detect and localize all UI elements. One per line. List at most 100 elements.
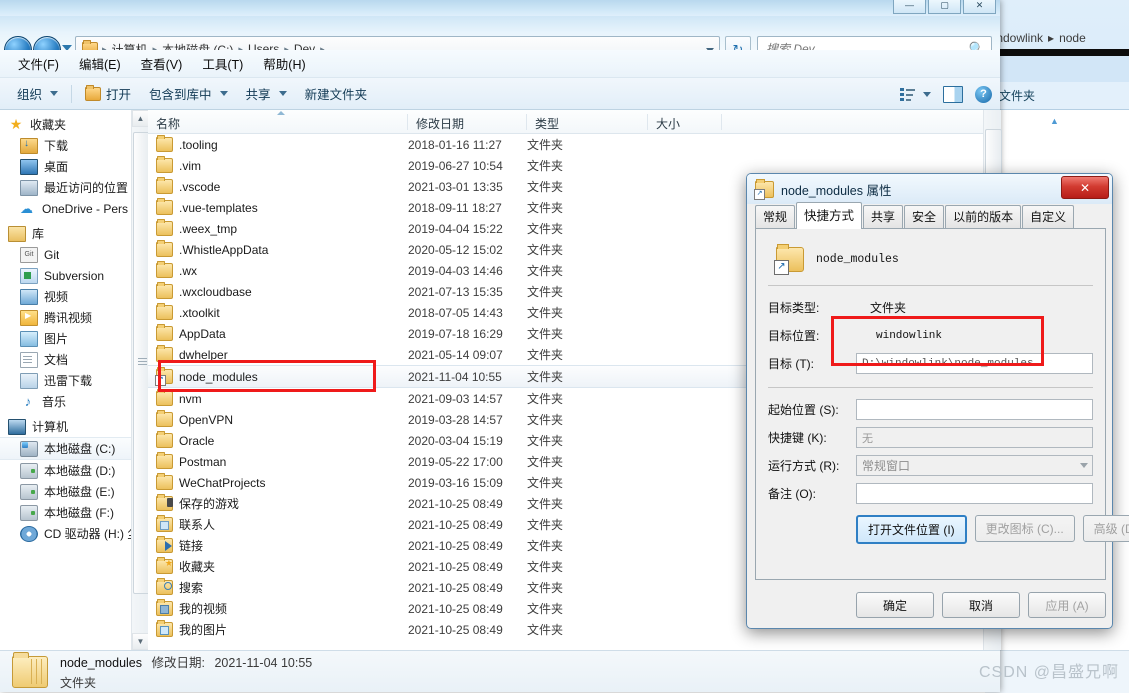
sidebar-item-Subversion[interactable]: Subversion: [0, 265, 131, 286]
sidebar-item-音乐[interactable]: ♪ 音乐: [0, 391, 131, 412]
hdd-system-icon: [20, 440, 38, 457]
include-in-library-button[interactable]: 包含到库中: [140, 81, 237, 106]
organize-button[interactable]: 组织: [8, 81, 67, 106]
tab-previous-versions[interactable]: 以前的版本: [945, 205, 1022, 228]
comment-input[interactable]: [856, 483, 1093, 504]
sidebar-item-本地磁盘 (F:)[interactable]: 本地磁盘 (F:): [0, 502, 131, 523]
file-name-label: 我的图片: [179, 623, 228, 637]
column-header-name[interactable]: 名称: [148, 110, 408, 134]
change-view-button[interactable]: [900, 87, 931, 101]
dialog-action-buttons[interactable]: 打开文件位置 (I) 更改图标 (C)... 高级 (D)...: [768, 515, 1129, 544]
sidebar-item-视频[interactable]: 视频: [0, 286, 131, 307]
table-row[interactable]: .tooling 2018-01-16 11:27 文件夹: [148, 134, 1000, 155]
background-window-breadcrumb[interactable]: windowlink ▸ node: [985, 27, 1129, 49]
sidebar-item-下载[interactable]: 下载: [0, 135, 131, 156]
sidebar-item-OneDrive - Pers[interactable]: ☁ OneDrive - Pers: [0, 198, 131, 219]
menu-edit[interactable]: 编辑(E): [69, 51, 131, 76]
dialog-tabs[interactable]: 常规 快捷方式 共享 安全 以前的版本 自定义: [755, 202, 1106, 229]
menu-tools[interactable]: 工具(T): [192, 51, 253, 76]
sidebar-item-文档[interactable]: 文档: [0, 349, 131, 370]
pictures-icon: [20, 330, 38, 347]
window-controls[interactable]: — ▢ ✕: [893, 0, 997, 14]
open-file-location-button[interactable]: 打开文件位置 (I): [856, 515, 967, 544]
tab-sharing[interactable]: 共享: [863, 205, 904, 228]
sidebar-item-Git[interactable]: Git Git: [0, 244, 131, 265]
tab-shortcut[interactable]: 快捷方式: [796, 202, 863, 229]
field-run-label: 运行方式 (R):: [768, 459, 840, 473]
scroll-down-icon[interactable]: ▼: [132, 633, 149, 650]
apply-button[interactable]: 应用 (A): [1028, 592, 1106, 618]
menubar[interactable]: 文件(F) 编辑(E) 查看(V) 工具(T) 帮助(H): [0, 50, 1000, 78]
cell-type: 文件夹: [527, 518, 564, 532]
close-button[interactable]: ✕: [963, 0, 996, 14]
dialog-file-name: node_modules: [816, 252, 899, 266]
target-input[interactable]: D:\windowlink\node_modules: [856, 353, 1093, 374]
nav-group-header-2[interactable]: 计算机: [0, 416, 131, 437]
navigation-pane-scrollbar[interactable]: ▲ ▼: [131, 110, 150, 650]
start-in-input[interactable]: [856, 399, 1093, 420]
column-header-size[interactable]: 大小: [648, 110, 722, 134]
cell-type: 文件夹: [527, 348, 564, 362]
field-comment[interactable]: 备注 (O):: [768, 480, 1093, 507]
nav-group-header-1[interactable]: 库: [0, 223, 131, 244]
advanced-button[interactable]: 高级 (D)...: [1082, 515, 1129, 542]
cancel-button[interactable]: 取消: [942, 592, 1020, 618]
file-list-header[interactable]: 名称 修改日期 类型 大小: [148, 110, 1000, 134]
cell-date: 2019-04-03 14:46: [408, 263, 503, 278]
show-preview-pane-button[interactable]: [943, 85, 963, 103]
downloads-icon: [20, 137, 38, 154]
folder-icon: [156, 473, 173, 490]
column-header-type[interactable]: 类型: [527, 110, 648, 134]
minimize-button[interactable]: —: [893, 0, 926, 14]
chevron-down-icon[interactable]: [1080, 463, 1088, 468]
change-icon-button[interactable]: 更改图标 (C)...: [974, 515, 1075, 542]
background-breadcrumb-node[interactable]: node: [1059, 31, 1086, 45]
share-button[interactable]: 共享: [237, 81, 296, 106]
nav-group-header-0[interactable]: ★ 收藏夹: [0, 114, 131, 135]
scroll-up-icon[interactable]: ▲: [132, 110, 149, 127]
field-target[interactable]: 目标 (T): D:\windowlink\node_modules: [768, 350, 1093, 377]
sidebar-item-CD 驱动器 (H:) 尘[interactable]: CD 驱动器 (H:) 尘: [0, 523, 131, 544]
background-window-toolbar[interactable]: 建文件夹: [985, 82, 1129, 110]
tab-general[interactable]: 常规: [755, 205, 796, 228]
ok-button[interactable]: 确定: [856, 592, 934, 618]
dialog-close-button[interactable]: ✕: [1061, 176, 1109, 199]
menu-file[interactable]: 文件(F): [8, 51, 69, 76]
sidebar-item-腾讯视频[interactable]: 腾讯视频: [0, 307, 131, 328]
shortcut-key-input[interactable]: 无: [856, 427, 1093, 448]
folder-icon: [156, 219, 173, 236]
sidebar-item-本地磁盘 (C:)[interactable]: 本地磁盘 (C:): [0, 437, 131, 460]
cell-date: 2021-10-25 08:49: [408, 496, 503, 511]
tab-security[interactable]: 安全: [904, 205, 945, 228]
run-select[interactable]: 常规窗口: [856, 455, 1093, 476]
cell-type: 文件夹: [527, 285, 564, 299]
sidebar-item-label: 最近访问的位置: [44, 181, 129, 195]
tab-customize[interactable]: 自定义: [1022, 205, 1075, 228]
open-button[interactable]: 打开: [76, 81, 140, 106]
column-header-date[interactable]: 修改日期: [408, 110, 527, 134]
folder-icon: [156, 261, 173, 278]
dialog-footer-buttons[interactable]: 确定 取消 应用 (A): [755, 592, 1106, 618]
navigation-pane[interactable]: ★ 收藏夹下载桌面最近访问的位置 ☁ OneDrive - Pers 库 Git Git Su…: [0, 110, 131, 650]
file-name-label: AppData: [179, 326, 226, 341]
field-run[interactable]: 运行方式 (R): 常规窗口: [768, 452, 1093, 479]
field-shortcut-key[interactable]: 快捷键 (K): 无: [768, 424, 1093, 451]
menu-view[interactable]: 查看(V): [131, 51, 193, 76]
sidebar-item-本地磁盘 (E:)[interactable]: 本地磁盘 (E:): [0, 481, 131, 502]
folder-icon: [156, 135, 173, 152]
background-window-menubar[interactable]: H): [985, 56, 1129, 82]
sidebar-item-迅雷下载[interactable]: 迅雷下载: [0, 370, 131, 391]
csdn-watermark: CSDN @昌盛兄啊: [978, 664, 1119, 681]
sidebar-item-最近访问的位置[interactable]: 最近访问的位置: [0, 177, 131, 198]
sidebar-item-本地磁盘 (D:)[interactable]: 本地磁盘 (D:): [0, 460, 131, 481]
menu-help[interactable]: 帮助(H): [253, 51, 315, 76]
field-start-in[interactable]: 起始位置 (S):: [768, 396, 1093, 423]
sidebar-item-桌面[interactable]: 桌面: [0, 156, 131, 177]
sidebar-item-图片[interactable]: 图片: [0, 328, 131, 349]
dialog-titlebar[interactable]: node_modules 属性 ✕: [747, 174, 1112, 204]
chevron-down-icon[interactable]: [923, 91, 931, 97]
maximize-button[interactable]: ▢: [928, 0, 961, 14]
new-folder-button[interactable]: 新建文件夹: [296, 81, 377, 106]
help-icon[interactable]: ?: [975, 85, 992, 103]
properties-dialog[interactable]: node_modules 属性 ✕ 常规 快捷方式 共享 安全 以前的版本 自定…: [746, 173, 1129, 629]
